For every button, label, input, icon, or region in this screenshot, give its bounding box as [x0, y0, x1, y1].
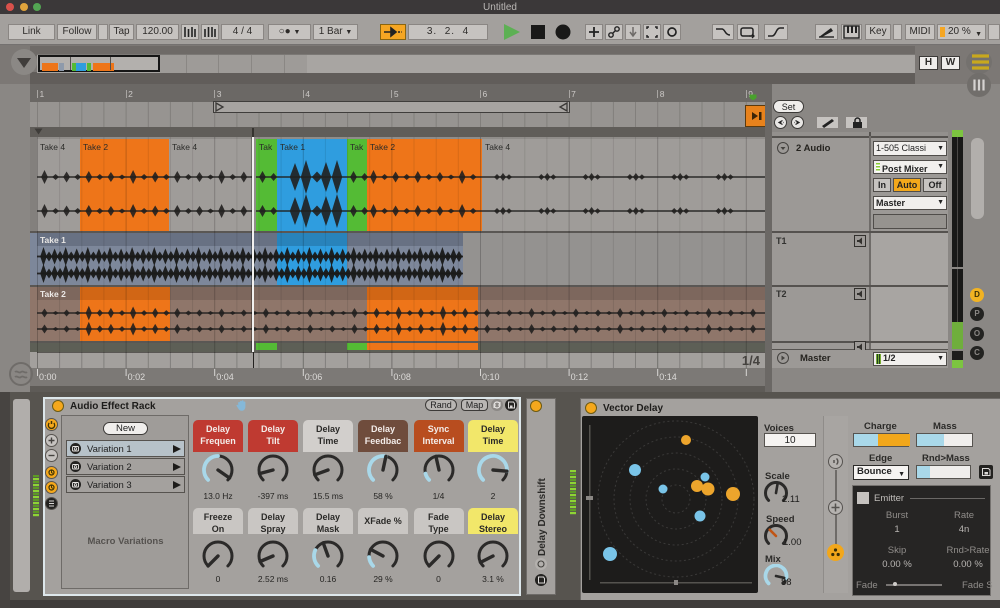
svg-text:Delay Downshift: Delay Downshift [537, 478, 548, 556]
